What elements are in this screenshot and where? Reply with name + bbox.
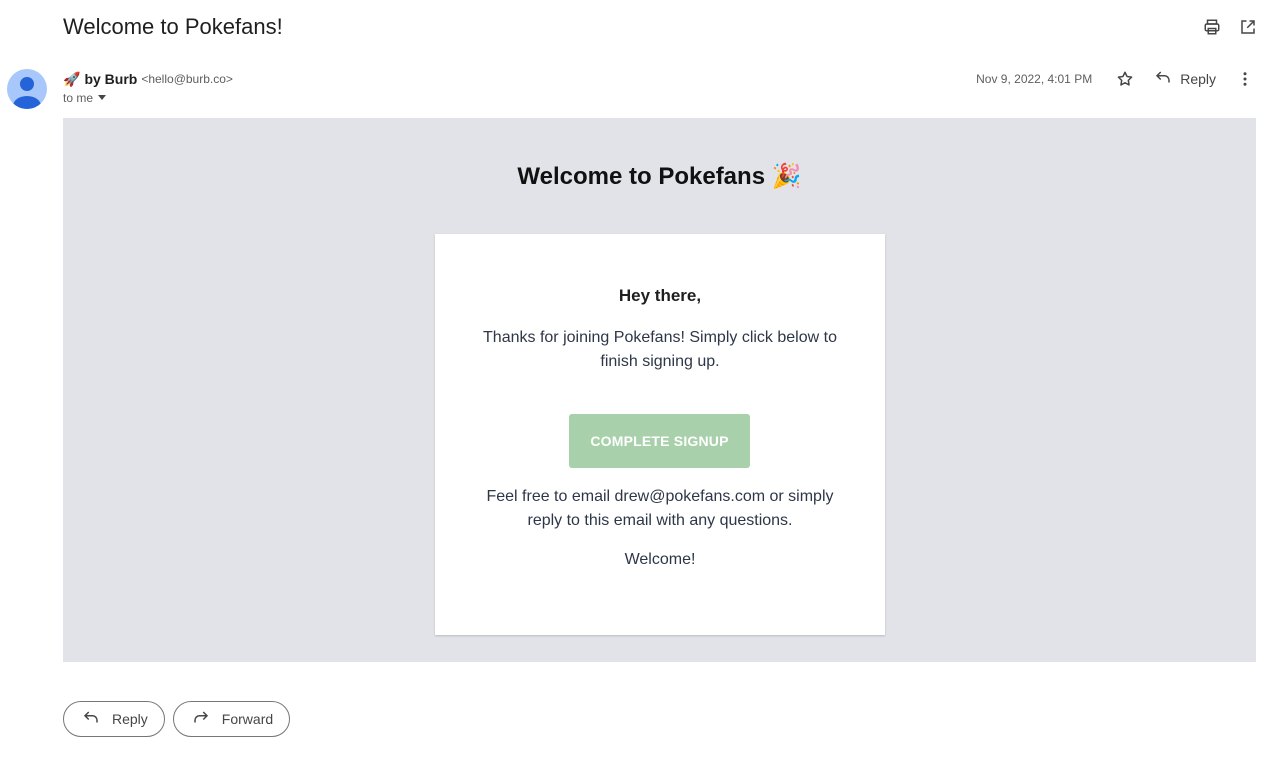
print-icon[interactable] [1201,16,1223,38]
reply-icon [1154,69,1172,90]
reply-button[interactable]: Reply [63,701,165,737]
reply-top-label: Reply [1180,71,1216,87]
contact-text: Feel free to email drew@pokefans.com or … [486,488,834,529]
recipient-details[interactable]: to me [63,91,107,105]
more-options-icon[interactable] [1234,68,1256,90]
complete-signup-button[interactable]: COMPLETE SIGNUP [569,414,750,468]
bottom-actions: Reply Forward [63,701,291,737]
email-body: Welcome to Pokefans 🎉 Hey there, Thanks … [63,118,1256,662]
reply-label: Reply [112,711,148,727]
rocket-icon: 🚀 [63,71,81,87]
sender-name[interactable]: by Burb [84,70,137,88]
forward-button[interactable]: Forward [172,701,291,737]
message-meta: Nov 9, 2022, 4:01 PM Reply [976,66,1256,92]
closing-text: Welcome! [624,551,696,568]
star-icon[interactable] [1114,68,1136,90]
caret-down-icon[interactable] [97,91,107,105]
greeting: Hey there, [618,286,702,305]
reply-top-button[interactable]: Reply [1154,69,1216,90]
forward-label: Forward [221,711,274,727]
message-date: Nov 9, 2022, 4:01 PM [976,72,1093,86]
sender-line: 🚀 by Burb <hello@burb.co> [63,70,233,88]
email-subject: Welcome to Pokefans! [63,14,283,39]
forward-icon [192,709,210,730]
sender-avatar[interactable] [7,69,47,109]
intro-text: Thanks for joining Pokefans! Simply clic… [483,329,837,370]
content-card: Hey there, Thanks for joining Pokefans! … [435,234,885,635]
subject-row: Welcome to Pokefans! [63,12,1259,42]
open-in-new-window-icon[interactable] [1237,16,1259,38]
sender-email: <hello@burb.co> [141,72,233,86]
top-toolbar [1201,16,1259,38]
hero-title: Welcome to Pokefans 🎉 [517,163,802,190]
reply-icon [82,709,100,730]
recipient-label: to me [63,91,94,105]
